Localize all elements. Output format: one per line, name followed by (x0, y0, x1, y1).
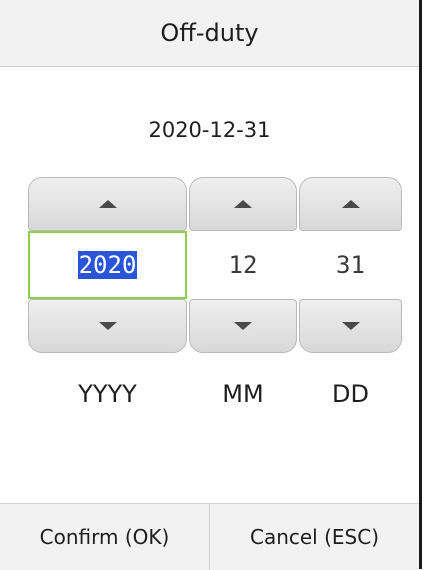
triangle-up-icon (341, 200, 360, 208)
year-column: 2020 (28, 177, 187, 353)
date-picker-dialog: Off-duty 2020-12-31 2020 12 31 YYYY MM D… (0, 0, 422, 570)
day-value: 31 (336, 251, 365, 279)
date-readout: 2020-12-31 (148, 118, 271, 142)
month-column: 12 (189, 177, 297, 353)
day-label: DD (332, 380, 369, 408)
year-field[interactable]: 2020 (28, 231, 187, 299)
day-column: 31 (299, 177, 402, 353)
year-increment-button[interactable] (28, 177, 187, 231)
day-field[interactable]: 31 (299, 231, 402, 299)
dialog-footer: Confirm (OK) Cancel (ESC) (0, 503, 419, 570)
triangle-down-icon (341, 322, 360, 330)
month-increment-button[interactable] (189, 177, 297, 231)
day-decrement-button[interactable] (299, 299, 402, 353)
month-decrement-button[interactable] (189, 299, 297, 353)
triangle-down-icon (98, 322, 117, 330)
triangle-up-icon (234, 200, 252, 208)
month-label: MM (222, 380, 264, 408)
year-label: YYYY (78, 380, 137, 408)
dialog-title: Off-duty (0, 0, 419, 67)
month-field[interactable]: 12 (189, 231, 297, 299)
cancel-button[interactable]: Cancel (ESC) (209, 504, 419, 570)
triangle-up-icon (98, 200, 117, 208)
day-increment-button[interactable] (299, 177, 402, 231)
month-value: 12 (228, 251, 258, 279)
year-value: 2020 (77, 251, 138, 279)
year-decrement-button[interactable] (28, 299, 187, 353)
triangle-down-icon (234, 322, 252, 330)
confirm-button[interactable]: Confirm (OK) (0, 504, 209, 570)
